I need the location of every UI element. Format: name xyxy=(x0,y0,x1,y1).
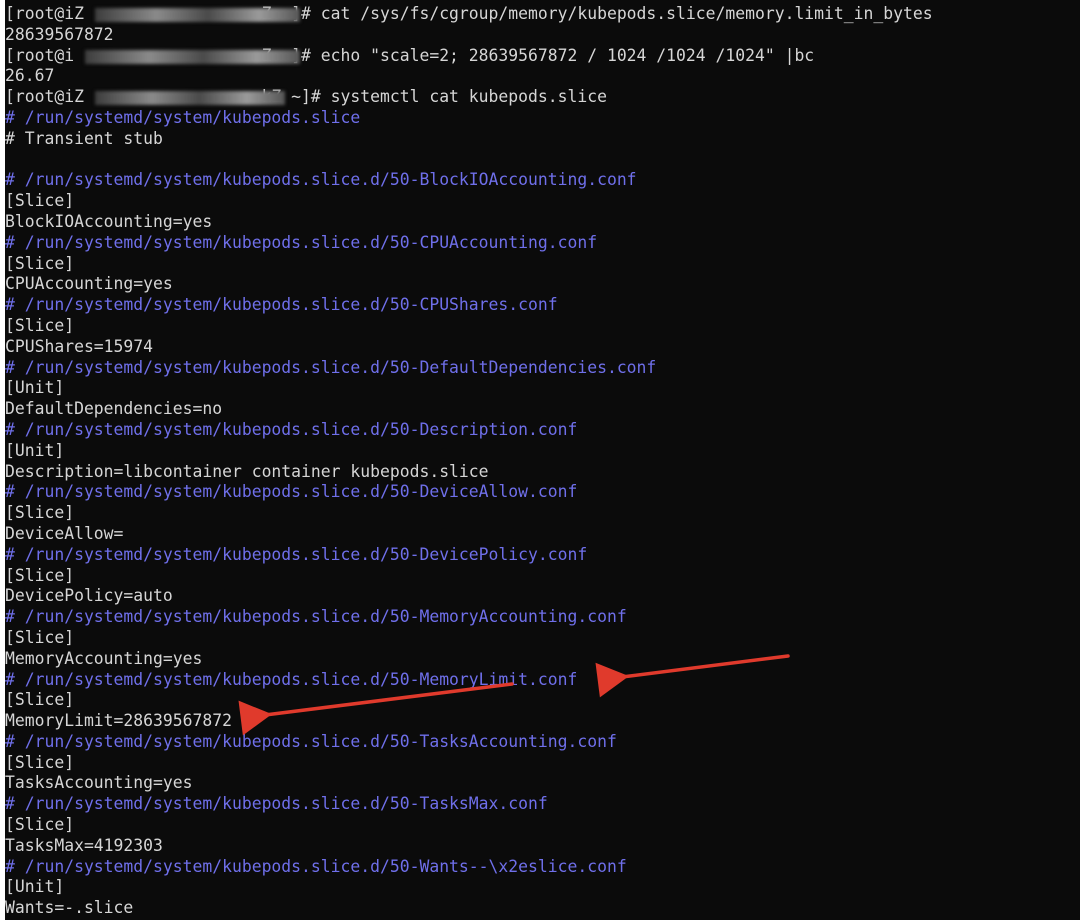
terminal-line: 26.67 xyxy=(5,66,55,86)
terminal-comment-line: # /run/systemd/system/kubepods.slice.d/5… xyxy=(5,731,617,751)
terminal-line: DefaultDependencies=no xyxy=(5,399,223,419)
terminal-line: [Slice] xyxy=(5,815,75,835)
terminal-line: [Slice] xyxy=(5,627,75,647)
terminal-comment-line: # /run/systemd/system/kubepods.slice.d/5… xyxy=(5,419,578,439)
terminal-line: TasksAccounting=yes xyxy=(5,773,193,793)
terminal-line: Description=libcontainer container kubep… xyxy=(5,461,489,481)
terminal-line: DevicePolicy=auto xyxy=(5,586,173,606)
terminal-line: 28639567872 xyxy=(5,24,114,44)
terminal-line: [Unit] xyxy=(5,378,65,398)
terminal-comment-line: # /run/systemd/system/kubepods.slice.d/5… xyxy=(5,794,548,814)
terminal-comment-line: # /run/systemd/system/kubepods.slice.d/5… xyxy=(5,544,588,564)
terminal-line: [Slice] xyxy=(5,315,75,335)
terminal-line: # Transient stub xyxy=(5,128,163,148)
terminal-comment-line: # /run/systemd/system/kubepods.slice.d/5… xyxy=(5,482,578,502)
terminal-comment-line: # /run/systemd/system/kubepods.slice xyxy=(5,107,361,127)
terminal-line: CPUShares=15974 xyxy=(5,336,154,356)
terminal-line: [Unit] xyxy=(5,440,65,460)
terminal-line: TasksMax=4192303 xyxy=(5,835,163,855)
redacted-hostname-2 xyxy=(85,50,300,64)
terminal-comment-line: # /run/systemd/system/kubepods.slice.d/5… xyxy=(5,856,627,876)
terminal-line: MemoryAccounting=yes xyxy=(5,648,203,668)
terminal-line: BlockIOAccounting=yes xyxy=(5,211,213,231)
terminal-window[interactable]: [root@iZ Z ~]# cat /sys/fs/cgroup/memory… xyxy=(5,0,1080,920)
terminal-line: DeviceAllow= xyxy=(5,523,124,543)
terminal-comment-line: # /run/systemd/system/kubepods.slice.d/5… xyxy=(5,232,598,252)
terminal-comment-line: # /run/systemd/system/kubepods.slice.d/5… xyxy=(5,170,637,190)
terminal-comment-line: # /run/systemd/system/kubepods.slice.d/5… xyxy=(5,357,657,377)
terminal-line: [Slice] xyxy=(5,191,75,211)
terminal-output[interactable]: [root@iZ Z ~]# cat /sys/fs/cgroup/memory… xyxy=(5,4,933,919)
redacted-hostname-1 xyxy=(95,8,300,22)
terminal-line: Wants=-.slice xyxy=(5,898,134,918)
terminal-line: [Slice] xyxy=(5,253,75,273)
terminal-line: [Slice] xyxy=(5,752,75,772)
terminal-line: CPUAccounting=yes xyxy=(5,274,173,294)
terminal-comment-line: # /run/systemd/system/kubepods.slice.d/5… xyxy=(5,669,578,689)
terminal-line: [Slice] xyxy=(5,503,75,523)
redacted-hostname-3 xyxy=(95,91,285,105)
terminal-line: [Unit] xyxy=(5,877,65,897)
terminal-comment-line: # /run/systemd/system/kubepods.slice.d/5… xyxy=(5,295,558,315)
terminal-line: [Slice] xyxy=(5,690,75,710)
terminal-line: MemoryLimit=28639567872 xyxy=(5,711,232,731)
terminal-line: [Slice] xyxy=(5,565,75,585)
terminal-comment-line: # /run/systemd/system/kubepods.slice.d/5… xyxy=(5,607,627,627)
